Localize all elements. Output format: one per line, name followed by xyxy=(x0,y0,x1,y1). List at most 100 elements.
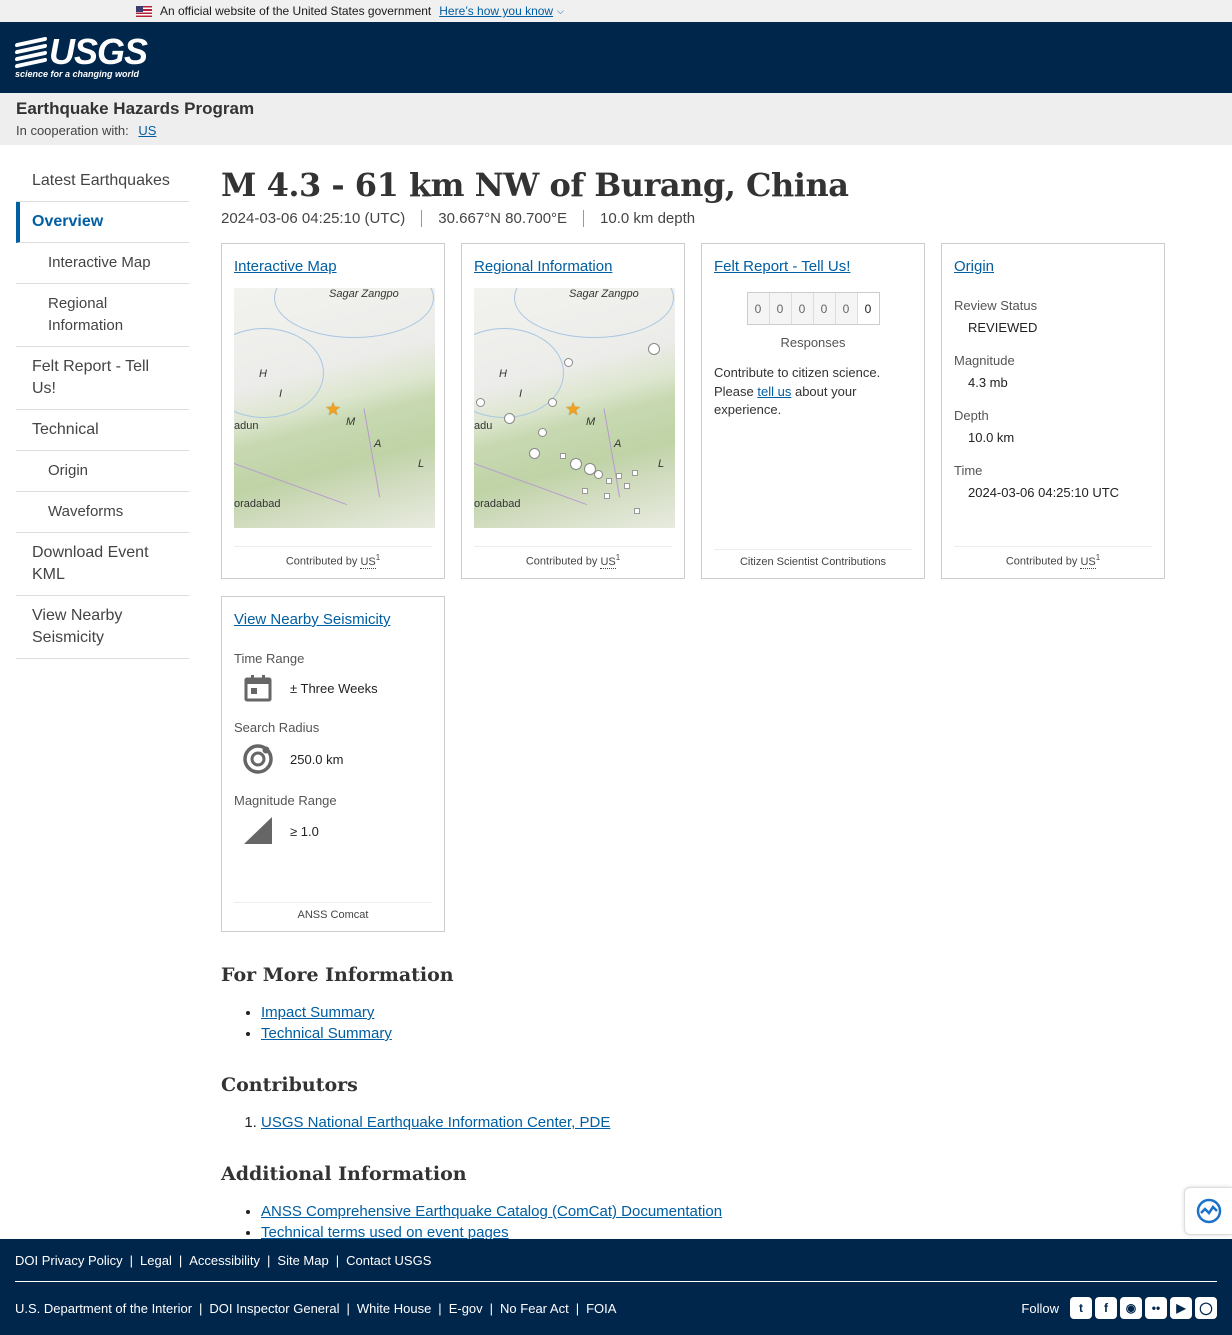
magnitude-value: 4.3 mb xyxy=(968,375,1008,390)
tell-us-link[interactable]: tell us xyxy=(757,384,791,399)
technical-summary-link[interactable]: Technical Summary xyxy=(261,1025,392,1042)
felt-description: Contribute to citizen science. Please te… xyxy=(714,364,912,420)
footer-link-no-fear[interactable]: No Fear Act xyxy=(500,1301,569,1316)
footer-link-egov[interactable]: E-gov xyxy=(449,1301,483,1316)
chevron-down-icon[interactable]: ⌵ xyxy=(557,6,564,17)
card-footer: Contributed by US1 xyxy=(954,546,1152,569)
map-letter: I xyxy=(279,388,283,400)
footnote-ref[interactable]: 1 xyxy=(376,553,380,562)
sidebar-item-waveforms[interactable]: Waveforms xyxy=(16,492,189,533)
facebook-icon[interactable]: f xyxy=(1095,1297,1117,1319)
origin-card[interactable]: Origin Review Status REVIEWED Magnitude … xyxy=(941,243,1165,579)
footer-link-contact[interactable]: Contact USGS xyxy=(346,1253,431,1268)
footer-links-primary: DOI Privacy Policy | Legal | Accessibility… xyxy=(15,1239,1217,1282)
regional-map-thumbnail[interactable]: Sagar Zangpo H I M A L adu oradabad ★ xyxy=(474,288,675,528)
follow-label: Follow xyxy=(1021,1300,1059,1316)
summary-cards: Interactive Map Sagar Zangpo H I M A L a… xyxy=(221,243,1181,932)
felt-report-link[interactable]: Felt Report - Tell Us! xyxy=(714,258,850,275)
footer-link-inspector-general[interactable]: DOI Inspector General xyxy=(209,1301,339,1316)
border-line xyxy=(363,408,381,498)
more-info-heading: For More Information xyxy=(221,964,454,986)
cooperation-line: In cooperation with: US xyxy=(16,123,1216,138)
sidebar-item-overview[interactable]: Overview xyxy=(16,202,189,243)
youtube-icon[interactable]: ▶ xyxy=(1170,1297,1192,1319)
additional-info-heading: Additional Information xyxy=(221,1163,467,1185)
event-depth: 10.0 km depth xyxy=(583,210,711,227)
sidebar-item-interactive-map[interactable]: Interactive Map xyxy=(16,243,189,284)
gov-banner: An official website of the United States… xyxy=(0,0,1232,22)
sidebar-item-nearby-seismicity[interactable]: View Nearby Seismicity xyxy=(16,596,189,659)
event-coordinates: 30.667°N 80.700°E xyxy=(421,210,583,227)
quake-marker xyxy=(570,458,582,470)
counter-digit: 0 xyxy=(747,293,770,324)
map-place-label: oradabad xyxy=(474,498,521,510)
coop-link[interactable]: US xyxy=(138,123,156,138)
magnitude-range-row: ≥ 1.0 xyxy=(234,816,432,846)
footer-link-legal[interactable]: Legal xyxy=(140,1253,172,1268)
footer-link-foia[interactable]: FOIA xyxy=(586,1301,616,1316)
list-item: Impact Summary xyxy=(261,1002,1181,1023)
source-abbr: US xyxy=(600,556,616,569)
footer-links-secondary: U.S. Department of the Interior | DOI Ins… xyxy=(15,1282,1217,1334)
origin-link[interactable]: Origin xyxy=(954,258,994,275)
footnote-ref[interactable]: 1 xyxy=(1096,553,1100,562)
flickr-icon[interactable]: •• xyxy=(1145,1297,1167,1319)
responses-label: Responses xyxy=(780,335,846,350)
sidebar-item-latest-earthquakes[interactable]: Latest Earthquakes xyxy=(16,161,189,202)
twitter-icon[interactable]: t xyxy=(1070,1297,1092,1319)
sidebar-item-origin[interactable]: Origin xyxy=(16,451,189,492)
nearby-seismicity-link[interactable]: View Nearby Seismicity xyxy=(234,611,390,628)
impact-summary-link[interactable]: Impact Summary xyxy=(261,1004,374,1021)
list-item: Technical Summary xyxy=(261,1023,1181,1044)
footer-link-doi[interactable]: U.S. Department of the Interior xyxy=(15,1301,192,1316)
regional-information-card[interactable]: Regional Information Sagar Zangpo H I M … xyxy=(461,243,685,579)
footer-link-privacy[interactable]: DOI Privacy Policy xyxy=(15,1253,123,1268)
search-radius-row: 250.0 km xyxy=(234,743,432,775)
footer-link-accessibility[interactable]: Accessibility xyxy=(189,1253,260,1268)
map-river-label: Sagar Zangpo xyxy=(569,288,639,300)
responses-counter: 0 0 0 0 0 0 xyxy=(746,292,880,325)
program-title[interactable]: Earthquake Hazards Program xyxy=(16,99,1216,119)
sidebar-item-felt-report[interactable]: Felt Report - Tell Us! xyxy=(16,347,189,410)
footer-link-sitemap[interactable]: Site Map xyxy=(277,1253,328,1268)
feedback-widget-button[interactable] xyxy=(1184,1187,1232,1235)
coop-label: In cooperation with: xyxy=(16,123,129,138)
list-item: USGS National Earthquake Information Cen… xyxy=(261,1112,1181,1133)
footnote-ref[interactable]: 1 xyxy=(616,553,620,562)
map-place-label: oradabad xyxy=(234,498,281,510)
regional-information-link[interactable]: Regional Information xyxy=(474,258,612,275)
card-footer: Contributed by US1 xyxy=(234,546,432,569)
quake-marker xyxy=(634,508,640,514)
map-letter: L xyxy=(658,458,665,470)
sidebar-item-regional-information[interactable]: Regional Information xyxy=(16,284,189,347)
page-title: M 4.3 - 61 km NW of Burang, China xyxy=(221,166,849,204)
interactive-map-thumbnail[interactable]: Sagar Zangpo H I M A L adun oradabad ★ xyxy=(234,288,435,528)
sidebar-item-technical[interactable]: Technical xyxy=(16,410,189,451)
quake-marker xyxy=(582,488,588,494)
contributor-link[interactable]: USGS National Earthquake Information Cen… xyxy=(261,1114,610,1131)
quake-marker xyxy=(594,470,603,479)
quake-marker xyxy=(648,343,660,355)
sidebar-item-download-kml[interactable]: Download Event KML xyxy=(16,533,189,596)
interactive-map-link[interactable]: Interactive Map xyxy=(234,258,337,275)
github-icon[interactable]: ◉ xyxy=(1120,1297,1142,1319)
magnitude-range-value: ≥ 1.0 xyxy=(290,823,319,839)
quake-marker xyxy=(548,398,557,407)
quake-marker xyxy=(632,470,638,476)
felt-report-card[interactable]: Felt Report - Tell Us! 0 0 0 0 0 0 Respo… xyxy=(701,243,925,579)
map-letter: M xyxy=(346,416,356,428)
review-status-label: Review Status xyxy=(954,298,1038,313)
instagram-icon[interactable]: ◯ xyxy=(1195,1297,1217,1319)
comcat-docs-link[interactable]: ANSS Comprehensive Earthquake Catalog (C… xyxy=(261,1203,722,1220)
nearby-seismicity-card[interactable]: View Nearby Seismicity Time Range ± Thre… xyxy=(221,596,445,932)
footer-link-white-house[interactable]: White House xyxy=(357,1301,431,1316)
card-footer: ANSS Comcat xyxy=(234,902,432,921)
counter-digit: 0 xyxy=(857,293,879,324)
interactive-map-card[interactable]: Interactive Map Sagar Zangpo H I M A L a… xyxy=(221,243,445,579)
usgs-logo[interactable]: USGS science for a changing world xyxy=(15,33,148,79)
card-footer: Citizen Scientist Contributions xyxy=(714,549,912,568)
map-letter: H xyxy=(499,368,507,380)
counter-digit: 0 xyxy=(813,293,836,324)
additional-info-list: ANSS Comprehensive Earthquake Catalog (C… xyxy=(221,1201,1181,1243)
heres-how-you-know-link[interactable]: Here’s how you know xyxy=(439,4,553,18)
